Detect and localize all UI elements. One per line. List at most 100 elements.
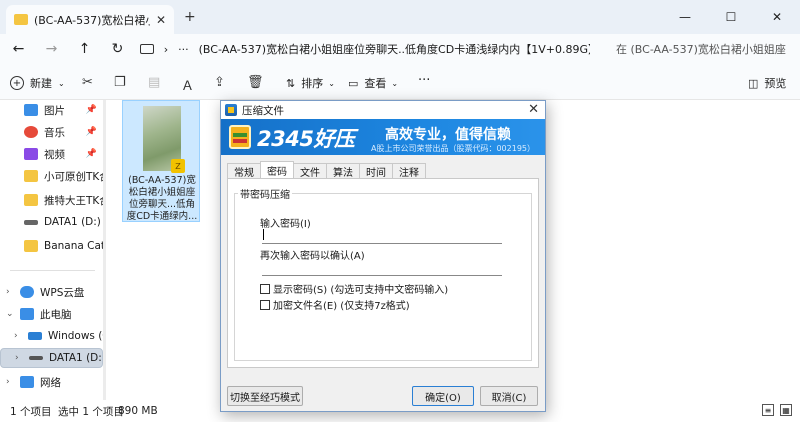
tab-current-folder[interactable]: (BC-AA-537)宽松白裙小姐姐座 ✕ bbox=[6, 5, 174, 34]
new-tab-button[interactable]: + bbox=[184, 9, 196, 25]
checkbox-icon[interactable] bbox=[260, 283, 270, 294]
plus-icon: + bbox=[10, 76, 24, 90]
forward-button[interactable]: → bbox=[35, 41, 68, 57]
sort-button[interactable]: ⇅ 排序 ⌄ bbox=[286, 75, 335, 91]
network-icon bbox=[20, 376, 34, 388]
item-count: 1 个项目 bbox=[10, 405, 52, 418]
checkbox-icon[interactable] bbox=[260, 299, 270, 310]
password-input[interactable] bbox=[262, 229, 502, 244]
sidebar-item-drive-d-selected[interactable]: › DATA1 (D:) bbox=[0, 348, 103, 368]
divider bbox=[10, 270, 95, 271]
sidebar-item-music[interactable]: 音乐 📌 bbox=[0, 122, 103, 142]
file-name: (BC-AA-537)宽松白裙小姐姐座位旁聊天...低角度CD卡通绿内... bbox=[126, 175, 198, 222]
sidebar-item-this-pc[interactable]: ⌄ 此电脑 bbox=[0, 304, 103, 324]
sidebar-item-pictures[interactable]: 图片 📌 bbox=[0, 100, 103, 120]
dialog-title: 压缩文件 bbox=[242, 104, 284, 117]
tab-password[interactable]: 密码 bbox=[260, 161, 294, 179]
cloud-icon bbox=[20, 286, 34, 298]
folder-icon bbox=[14, 14, 28, 25]
chevron-right-icon[interactable]: › bbox=[14, 331, 24, 341]
pictures-icon bbox=[24, 104, 38, 116]
refresh-button[interactable]: ↻ bbox=[101, 41, 134, 57]
close-window-button[interactable]: ✕ bbox=[754, 0, 800, 34]
sidebar-item-label: DATA1 (D:) bbox=[44, 216, 101, 228]
sidebar-item-label: 网络 bbox=[40, 376, 61, 389]
command-bar: + 新建 ⌄ ✂ ❐ ▤ Ａ ⇪ 🗑 ⇅ 排序 ⌄ ▭ 查看 ⌄ ··· ◫ 预… bbox=[0, 64, 800, 100]
folder-icon bbox=[24, 194, 38, 206]
path-breadcrumb[interactable]: › ··· (BC-AA-537)宽松白裙小姐姐座位旁聊天..低角度CD卡通浅绿… bbox=[140, 37, 590, 61]
sidebar-item-label: WPS云盘 bbox=[40, 286, 85, 299]
confirm-password-label: 再次输入密码以确认(A) bbox=[260, 251, 365, 262]
chevron-right-icon[interactable]: › bbox=[164, 43, 168, 56]
sidebar-item-network[interactable]: › 网络 bbox=[0, 372, 103, 392]
maximize-button[interactable]: ☐ bbox=[708, 0, 754, 34]
selected-size: 890 MB bbox=[118, 405, 158, 417]
computer-icon bbox=[140, 44, 154, 54]
ok-button[interactable]: 确定(O) bbox=[412, 386, 474, 406]
delete-icon[interactable]: 🗑 bbox=[247, 75, 264, 90]
up-button[interactable]: ↑ bbox=[68, 41, 101, 57]
search-input[interactable]: 在 (BC-AA-537)宽松白裙小姐姐座 bbox=[606, 37, 796, 61]
brand-slogan: 高效专业，值得信赖 bbox=[385, 127, 511, 143]
chevron-down-icon[interactable]: ⌄ bbox=[6, 309, 16, 319]
sidebar-item-drive-c[interactable]: › Windows (C:) bbox=[0, 326, 103, 346]
encrypt-filenames-label: 加密文件名(E) (仅支持7z格式) bbox=[273, 301, 410, 312]
videos-icon bbox=[24, 148, 38, 160]
tab-files[interactable]: 文件 bbox=[293, 163, 327, 179]
preview-button[interactable]: ◫ 预览 bbox=[748, 75, 786, 91]
view-label: 查看 bbox=[364, 77, 387, 90]
new-button[interactable]: + 新建 ⌄ bbox=[10, 75, 65, 91]
chevron-right-icon[interactable]: › bbox=[15, 353, 25, 363]
sidebar-scrollbar[interactable] bbox=[103, 100, 106, 400]
minimize-button[interactable]: — bbox=[662, 0, 708, 34]
tab-algorithm[interactable]: 算法 bbox=[326, 163, 360, 179]
copy-icon[interactable]: ❐ bbox=[114, 75, 126, 90]
more-path-button[interactable]: ··· bbox=[178, 43, 189, 56]
file-item-archive[interactable]: Z (BC-AA-537)宽松白裙小姐姐座位旁聊天...低角度CD卡通绿内... bbox=[122, 100, 200, 222]
dialog-title-bar: 压缩文件 ✕ bbox=[221, 101, 545, 119]
share-icon[interactable]: ⇪ bbox=[214, 75, 225, 90]
sidebar-item-folder[interactable]: 推特大王TK合集 bbox=[0, 190, 103, 210]
navigation-pane: 图片 📌 音乐 📌 视频 📌 小可原创TK合集 推特大王TK合集 DATA1 (… bbox=[0, 100, 105, 400]
sidebar-item-label: 音乐 bbox=[44, 126, 65, 139]
encrypt-filenames-checkbox[interactable]: 加密文件名(E) (仅支持7z格式) bbox=[260, 297, 410, 312]
sidebar-item-folder[interactable]: Banana Cat202 bbox=[0, 236, 103, 256]
show-password-checkbox[interactable]: 显示密码(S) (勾选可支持中文密码输入) bbox=[260, 281, 448, 296]
back-button[interactable]: ← bbox=[2, 41, 35, 57]
dialog-close-button[interactable]: ✕ bbox=[528, 102, 539, 117]
rename-icon[interactable]: Ａ bbox=[181, 75, 194, 94]
switch-mode-button[interactable]: 切换至经巧模式 bbox=[227, 386, 303, 406]
new-label: 新建 bbox=[30, 77, 52, 90]
title-bar: (BC-AA-537)宽松白裙小姐姐座 ✕ + — ☐ ✕ bbox=[0, 0, 800, 34]
chevron-down-icon: ⌄ bbox=[391, 78, 399, 88]
chevron-right-icon[interactable]: › bbox=[6, 287, 16, 297]
close-icon[interactable]: ✕ bbox=[156, 13, 166, 27]
sidebar-item-label: 视频 bbox=[44, 148, 65, 161]
sidebar-item-drive-d[interactable]: DATA1 (D:) bbox=[0, 212, 103, 232]
sidebar-item-folder[interactable]: 小可原创TK合集 bbox=[0, 166, 103, 186]
archive-badge-icon: Z bbox=[171, 159, 185, 173]
cancel-button[interactable]: 取消(C) bbox=[480, 386, 538, 406]
more-options-button[interactable]: ··· bbox=[418, 73, 430, 88]
confirm-password-input[interactable] bbox=[262, 261, 502, 276]
password-label: 输入密码(I) bbox=[260, 219, 311, 230]
address-bar: ← → ↑ ↻ › ··· (BC-AA-537)宽松白裙小姐姐座位旁聊天..低… bbox=[0, 34, 800, 64]
current-path[interactable]: (BC-AA-537)宽松白裙小姐姐座位旁聊天..低角度CD卡通浅绿内内【1V+… bbox=[199, 41, 590, 57]
tab-time[interactable]: 时间 bbox=[359, 163, 393, 179]
tab-general[interactable]: 常规 bbox=[227, 163, 261, 179]
paste-icon[interactable]: ▤ bbox=[148, 75, 160, 90]
haozip-banner: 2345好压 高效专业，值得信赖 A股上市公司荣誉出品（股票代码：002195） bbox=[221, 119, 545, 155]
drive-icon bbox=[24, 219, 38, 225]
tiles-view-icon[interactable]: ▦ bbox=[780, 404, 792, 416]
cut-icon[interactable]: ✂ bbox=[82, 75, 93, 90]
chevron-right-icon[interactable]: › bbox=[6, 377, 16, 387]
compress-dialog: 压缩文件 ✕ 2345好压 高效专业，值得信赖 A股上市公司荣誉出品（股票代码：… bbox=[220, 100, 546, 412]
brand-subtitle: A股上市公司荣誉出品（股票代码：002195） bbox=[371, 144, 536, 153]
sidebar-item-wps-cloud[interactable]: › WPS云盘 bbox=[0, 282, 103, 302]
haozip-app-icon bbox=[225, 104, 237, 116]
view-button[interactable]: ▭ 查看 ⌄ bbox=[348, 75, 398, 91]
tab-comment[interactable]: 注释 bbox=[392, 163, 426, 179]
details-view-icon[interactable]: ≡ bbox=[762, 404, 774, 416]
chevron-down-icon: ⌄ bbox=[58, 78, 65, 88]
sidebar-item-videos[interactable]: 视频 📌 bbox=[0, 144, 103, 164]
